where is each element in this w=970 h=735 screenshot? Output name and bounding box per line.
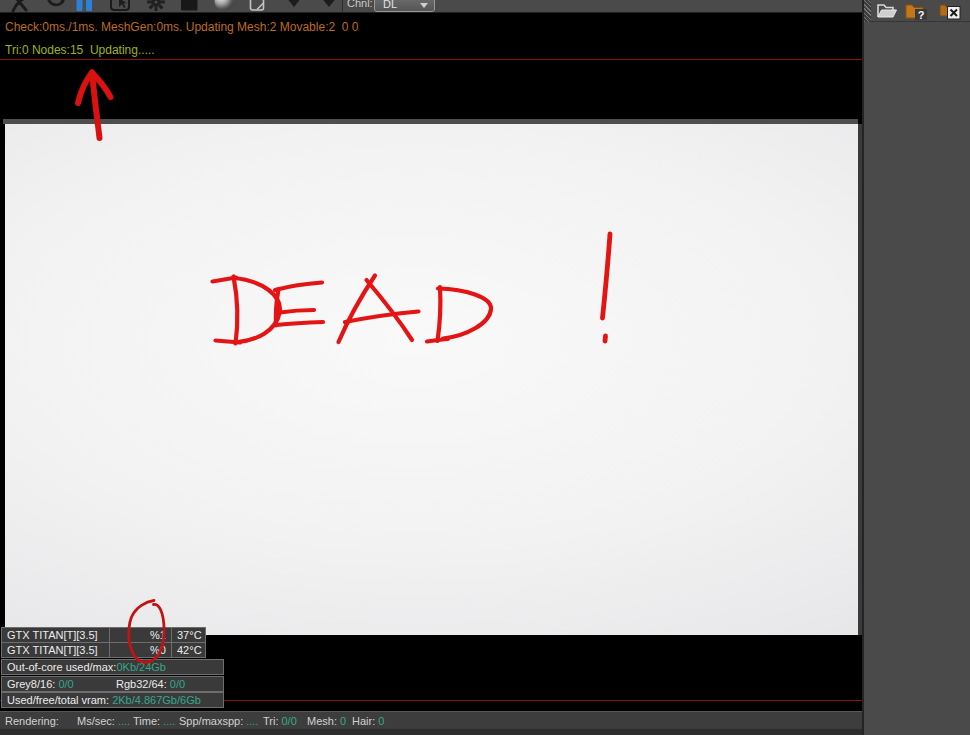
render-status-bar: Rendering: Ms/sec:.... Time:.... Spp/max… [0, 711, 862, 729]
stop-icon[interactable] [178, 0, 202, 13]
ms-label: Ms/sec: [77, 715, 115, 727]
channel-dropdown-value: DL [383, 0, 397, 12]
copy-page-icon[interactable] [246, 0, 270, 13]
spp-value: .... [246, 715, 258, 727]
ms-value: .... [118, 715, 130, 727]
gpu-name: GTX TITAN[T][3.5] [1, 642, 110, 658]
svg-text:?: ? [918, 9, 925, 21]
out-of-core-stat: Out-of-core used/max:0Kb/24Gb [1, 659, 224, 675]
hair-value: 0 [378, 715, 384, 727]
octane-render-window: Chnl: DL Check:0ms./1ms. MeshGen:0ms. Up… [0, 0, 970, 735]
drag-handle[interactable] [864, 0, 871, 22]
mesh-value: 0 [340, 715, 346, 727]
vram-label: Used/free/total vram: [7, 694, 109, 706]
open-folder-icon[interactable] [875, 1, 899, 21]
gpu-stats-row: GTX TITAN[T][3.5] %0 42°C [1, 642, 206, 658]
tri-value: 0/0 [281, 715, 296, 727]
mesh-check-status: Check:0ms./1ms. MeshGen:0ms. Updating Me… [5, 20, 359, 34]
channel-label: Chnl: [347, 0, 373, 9]
render-viewport-area: Chnl: DL Check:0ms./1ms. MeshGen:0ms. Up… [0, 0, 862, 735]
channel-dropdown[interactable]: DL [374, 0, 435, 12]
status-message-area: Check:0ms./1ms. MeshGen:0ms. Updating Me… [0, 14, 862, 124]
side-panel: ? [864, 0, 970, 735]
gpu-load: %0 [110, 642, 172, 658]
vram-stat: Used/free/total vram: 2Kb/4.867Gb/6Gb [1, 692, 224, 708]
export-close-icon[interactable] [938, 1, 962, 21]
side-panel-toolbar: ? [864, 0, 970, 22]
chevron-down-icon[interactable] [317, 0, 341, 13]
grey-rgb-stat: Grey8/16: 0/0 Rgb32/64: 0/0 [1, 676, 224, 692]
time-value: .... [163, 715, 175, 727]
gpu-load: %1 [110, 627, 172, 643]
refresh-icon[interactable] [44, 0, 68, 13]
tri-label: Tri: [263, 715, 278, 727]
grey-value: 0/0 [58, 678, 73, 690]
tri-nodes-status: Tri:0 Nodes:15 Updating..... [5, 43, 155, 57]
mesh-label: Mesh: [307, 715, 337, 727]
folder-question-icon[interactable]: ? [904, 1, 928, 21]
gpu-temp: 37°C [172, 627, 206, 643]
gpu-stats-row: GTX TITAN[T][3.5] %1 37°C [1, 627, 206, 643]
pause-icon[interactable] [75, 0, 99, 13]
chevron-down-icon [420, 3, 428, 8]
time-label: Time: [133, 715, 160, 727]
toolbar-divider [342, 0, 343, 13]
grey-label: Grey8/16: [7, 678, 55, 690]
pin-icon[interactable] [8, 0, 32, 13]
out-of-core-label: Out-of-core used/max: [7, 661, 116, 673]
rendering-label: Rendering: [5, 715, 59, 727]
hair-label: Hair: [352, 715, 375, 727]
gpu-name: GTX TITAN[T][3.5] [1, 627, 110, 643]
vram-value: 2Kb/4.867Gb/6Gb [112, 694, 201, 706]
rgb-label: Rgb32/64: [116, 678, 167, 690]
sphere-material-icon[interactable] [212, 0, 236, 13]
red-divider [0, 59, 862, 61]
render-image[interactable] [5, 124, 858, 635]
window-bottom-edge [0, 729, 862, 735]
viewport-toolbar: Chnl: DL [0, 0, 862, 13]
chevron-down-icon[interactable] [282, 0, 306, 13]
gpu-temp: 42°C [172, 642, 206, 658]
out-of-core-value: 0Kb/24Gb [116, 661, 166, 673]
rgb-value: 0/0 [170, 678, 185, 690]
spp-label: Spp/maxspp: [179, 715, 243, 727]
select-tool-icon[interactable] [109, 0, 133, 13]
gear-icon[interactable] [144, 0, 168, 13]
